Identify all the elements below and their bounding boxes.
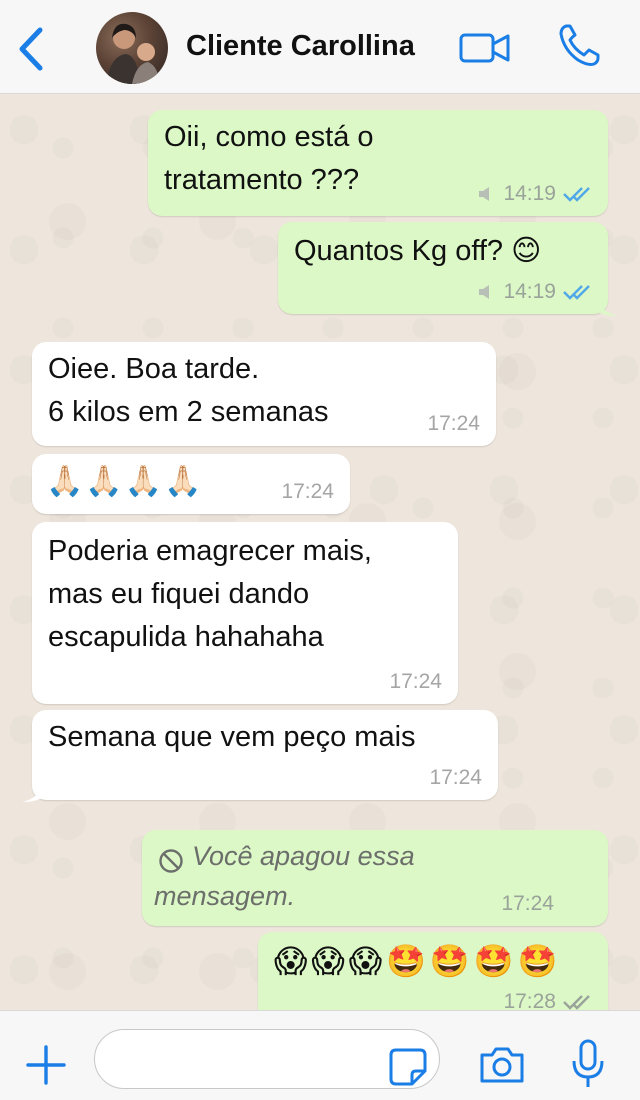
message-text: Semana que vem peço mais <box>48 721 416 753</box>
message-bubble-incoming[interactable]: Oiee. Boa tarde. 6 kilos em 2 semanas 17… <box>32 342 496 446</box>
message-meta: 17:24 <box>281 480 334 504</box>
message-text: Oii, como está o tratamento ??? <box>164 121 374 196</box>
camera-icon[interactable] <box>478 1045 526 1085</box>
message-text: Quantos Kg off? 😊 <box>294 235 542 267</box>
message-bubble-outgoing[interactable]: Quantos Kg off? 😊 14:19 <box>278 222 618 316</box>
phone-icon[interactable] <box>556 22 602 68</box>
message-time: 17:28 <box>503 990 556 1010</box>
message-time: 17:24 <box>281 480 334 503</box>
message-bubble-incoming[interactable]: 🙏🏻🙏🏻🙏🏻🙏🏻 17:24 <box>32 454 350 514</box>
message-bubble-outgoing-deleted[interactable]: Você apagou essa mensagem. 17:24 <box>142 830 608 926</box>
message-bubble-incoming[interactable]: Poderia emagrecer mais, mas eu fiquei da… <box>32 522 458 704</box>
message-text: Oiee. Boa tarde. 6 kilos em 2 semanas <box>48 353 329 428</box>
contact-name[interactable]: Cliente Carollina <box>186 30 415 63</box>
message-bubble-outgoing[interactable]: 😱😱😱🤩🤩🤩🤩 17:28 <box>258 932 608 1010</box>
message-time: 17:24 <box>427 412 480 435</box>
message-text: 🙏🏻🙏🏻🙏🏻🙏🏻 <box>46 465 204 498</box>
message-time: 14:19 <box>503 280 556 303</box>
message-meta: 14:19 <box>477 280 592 304</box>
message-meta: 17:24 <box>501 892 554 916</box>
chat-header: Cliente Carollina <box>0 0 640 94</box>
message-meta: 17:24 <box>429 766 482 790</box>
video-call-icon[interactable] <box>458 30 512 66</box>
avatar[interactable] <box>96 12 168 84</box>
message-bubble-outgoing[interactable]: Oii, como está o tratamento ??? 14:19 <box>148 110 608 216</box>
message-meta: 17:28 <box>503 990 592 1010</box>
bubble-tail <box>22 782 44 802</box>
message-composer <box>0 1010 640 1100</box>
sticker-icon[interactable] <box>388 1047 428 1087</box>
message-time: 17:24 <box>501 892 554 915</box>
message-time: 17:24 <box>429 766 482 789</box>
message-time: 14:19 <box>503 182 556 205</box>
speaker-icon <box>477 185 497 203</box>
message-bubble-incoming[interactable]: Semana que vem peço mais 17:24 <box>22 710 498 802</box>
chat-area: Oii, como está o tratamento ??? 14:19 Qu… <box>0 94 640 1010</box>
double-check-read-icon <box>562 185 592 203</box>
double-check-read-icon <box>562 283 592 301</box>
deleted-message-text: Você apagou essa mensagem. <box>154 841 415 911</box>
message-text: 😱😱😱🤩🤩🤩🤩 <box>274 943 562 979</box>
chevron-left-icon[interactable] <box>14 26 48 72</box>
double-check-delivered-icon <box>562 993 592 1010</box>
plus-icon[interactable] <box>26 1045 66 1085</box>
message-meta: 14:19 <box>477 182 592 206</box>
bubble-tail <box>596 296 618 316</box>
message-time: 17:24 <box>389 670 442 693</box>
message-meta: 17:24 <box>427 412 480 436</box>
microphone-icon[interactable] <box>570 1039 606 1089</box>
speaker-icon <box>477 283 497 301</box>
message-text: Poderia emagrecer mais, mas eu fiquei da… <box>48 535 372 653</box>
message-meta: 17:24 <box>389 670 442 694</box>
